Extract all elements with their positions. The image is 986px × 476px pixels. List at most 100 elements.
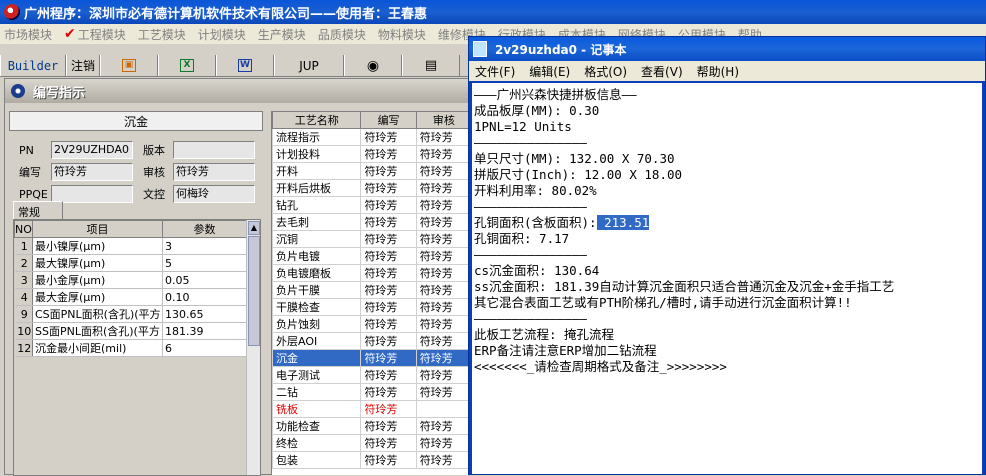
table-row[interactable]: 9 CS面PNL面积(含孔)(平方 130.65	[14, 305, 247, 323]
process-reviewer: 符玲芳	[415, 434, 471, 452]
table-row[interactable]: 12 沉金最小间距(mil) 6	[14, 339, 247, 357]
notepad-icon	[473, 41, 487, 57]
param-value[interactable]: 0.10	[162, 288, 247, 306]
jup-button[interactable]: JUP	[274, 55, 344, 76]
table-row[interactable]: 去毛刺 符玲芳 符玲芳	[272, 213, 471, 231]
param-value[interactable]: 181.39	[162, 322, 247, 340]
notepad-text-area[interactable]: ———广州兴森快捷拼板信息—— 成品板厚(MM): 0.30 1PNL=12 Uni…	[472, 83, 982, 474]
process-writer: 符玲芳	[360, 213, 417, 231]
menu-process[interactable]: 工艺模块	[138, 26, 186, 43]
reviewer-field[interactable]: 符玲芳	[173, 163, 255, 181]
table-row[interactable]: 钻孔 符玲芳 符玲芳	[272, 196, 471, 214]
text-line: <<<<<<<_请检查周期格式及备注_>>>>>>>>	[474, 359, 727, 374]
report-button[interactable]: ▣	[100, 55, 158, 76]
process-name: 开料后烘板	[272, 179, 362, 197]
pn-field[interactable]: 2V29UZHDA0	[51, 141, 133, 159]
table-row[interactable]: 3 最小金厚(μm) 0.05	[14, 271, 247, 289]
param-value[interactable]: 3	[162, 237, 247, 255]
menu-material[interactable]: 物料模块	[378, 26, 426, 43]
process-writer: 符玲芳	[360, 162, 417, 180]
scroll-thumb[interactable]	[248, 236, 260, 346]
excel-button[interactable]: X	[158, 55, 216, 76]
process-name: 电子测试	[272, 366, 362, 384]
process-writer: 符玲芳	[360, 366, 417, 384]
table-row[interactable]: 电子测试 符玲芳 符玲芳	[272, 366, 471, 384]
process-reviewer: 符玲芳	[415, 417, 471, 435]
pn-label: PN	[19, 143, 34, 157]
table-row[interactable]: 沉铜 符玲芳 符玲芳	[272, 230, 471, 248]
process-writer: 符玲芳	[360, 230, 417, 248]
process-name: 负片干膜	[272, 281, 362, 299]
param-value[interactable]: 5	[162, 254, 247, 272]
param-value[interactable]: 130.65	[162, 305, 247, 323]
table-row[interactable]: 负片干膜 符玲芳 符玲芳	[272, 281, 471, 299]
table-row[interactable]: 负电镀磨板 符玲芳 符玲芳	[272, 264, 471, 282]
process-name: 铣板	[272, 400, 362, 418]
table-row[interactable]: 10 SS面PNL面积(含孔)(平方 181.39	[14, 322, 247, 340]
current-process-name: 沉金	[9, 111, 263, 131]
excel-icon: X	[180, 59, 194, 72]
view-button[interactable]: ◉	[344, 55, 402, 76]
notepad-menu-edit[interactable]: 编辑(E)	[529, 63, 570, 80]
process-writer: 符玲芳	[360, 400, 417, 418]
notepad-menu-format[interactable]: 格式(O)	[584, 63, 627, 80]
notepad-menu-view[interactable]: 查看(V)	[641, 63, 683, 80]
process-reviewer: 符玲芳	[415, 247, 471, 265]
table-row[interactable]: 负片电镀 符玲芳 符玲芳	[272, 247, 471, 265]
menu-quality[interactable]: 品质模块	[318, 26, 366, 43]
table-row[interactable]: 包装 符玲芳 符玲芳	[272, 451, 471, 469]
param-name: CS面PNL面积(含孔)(平方	[32, 305, 163, 323]
table-row[interactable]: 开料后烘板 符玲芳 符玲芳	[272, 179, 471, 197]
menu-production[interactable]: 生产模块	[258, 26, 306, 43]
table-row[interactable]: 2 最大镍厚(μm) 5	[14, 254, 247, 272]
builder-button[interactable]: Builder	[0, 55, 66, 76]
table-row-pending[interactable]: 铣板 符玲芳	[272, 400, 471, 418]
notepad-menu-file[interactable]: 文件(F)	[475, 63, 515, 80]
table-row[interactable]: 外层AOI 符玲芳 符玲芳	[272, 332, 471, 350]
text-line: ———————————————	[474, 135, 587, 150]
param-value[interactable]: 0.05	[162, 271, 247, 289]
table-row[interactable]: 干膜检查 符玲芳 符玲芳	[272, 298, 471, 316]
database-button[interactable]: ▤	[402, 55, 460, 76]
scroll-up-icon[interactable]: ▲	[248, 221, 260, 235]
table-row[interactable]: 开料 符玲芳 符玲芳	[272, 162, 471, 180]
report-icon: ▣	[122, 59, 136, 72]
ppqe-field[interactable]	[51, 185, 133, 203]
param-value[interactable]: 6	[162, 339, 247, 357]
process-writer: 符玲芳	[360, 298, 417, 316]
menu-market[interactable]: 市场模块	[4, 26, 52, 43]
process-writer: 符玲芳	[360, 383, 417, 401]
params-scrollbar[interactable]: ▲	[246, 220, 260, 475]
app-title: 广州程序：深圳市必有德计算机软件技术有限公司——使用者：王春惠	[24, 6, 428, 22]
process-writer: 符玲芳	[360, 179, 417, 197]
process-name: 沉金	[272, 349, 362, 367]
table-row[interactable]: 二钻 符玲芳 符玲芳	[272, 383, 471, 401]
table-row[interactable]: 1 最小镍厚(μm) 3	[14, 237, 247, 255]
process-writer: 符玲芳	[360, 196, 417, 214]
text-line: ———————————————	[474, 247, 587, 262]
menu-plan[interactable]: 计划模块	[198, 26, 246, 43]
process-reviewer: 符玲芳	[415, 383, 471, 401]
table-row[interactable]: 负片蚀刻 符玲芳 符玲芳	[272, 315, 471, 333]
param-no: 9	[14, 305, 33, 323]
param-name: 最大镍厚(μm)	[32, 254, 163, 272]
tab-general[interactable]: 常规	[13, 201, 63, 219]
logout-button[interactable]: 注销	[66, 55, 100, 76]
table-row[interactable]: 流程指示 符玲芳 符玲芳	[272, 128, 471, 146]
process-writer: 符玲芳	[360, 451, 417, 469]
table-row[interactable]: 功能检查 符玲芳 符玲芳	[272, 417, 471, 435]
process-name: 终检	[272, 434, 362, 452]
table-row[interactable]: 终检 符玲芳 符玲芳	[272, 434, 471, 452]
table-row[interactable]: 计划投料 符玲芳 符玲芳	[272, 145, 471, 163]
notepad-titlebar[interactable]: 2v29uzhda0 - 记事本	[469, 37, 985, 61]
database-icon: ▤	[424, 58, 438, 73]
version-field[interactable]	[173, 141, 255, 159]
doc-control-field[interactable]: 何梅玲	[173, 185, 255, 203]
param-name: 最小镍厚(μm)	[32, 237, 163, 255]
menu-engineering[interactable]: 工程模块	[78, 26, 126, 43]
notepad-menu-help[interactable]: 帮助(H)	[697, 63, 739, 80]
writer-field[interactable]: 符玲芳	[51, 163, 133, 181]
word-button[interactable]: W	[216, 55, 274, 76]
table-row-selected[interactable]: 沉金 符玲芳 符玲芳	[272, 349, 471, 367]
table-row[interactable]: 4 最大金厚(μm) 0.10	[14, 288, 247, 306]
